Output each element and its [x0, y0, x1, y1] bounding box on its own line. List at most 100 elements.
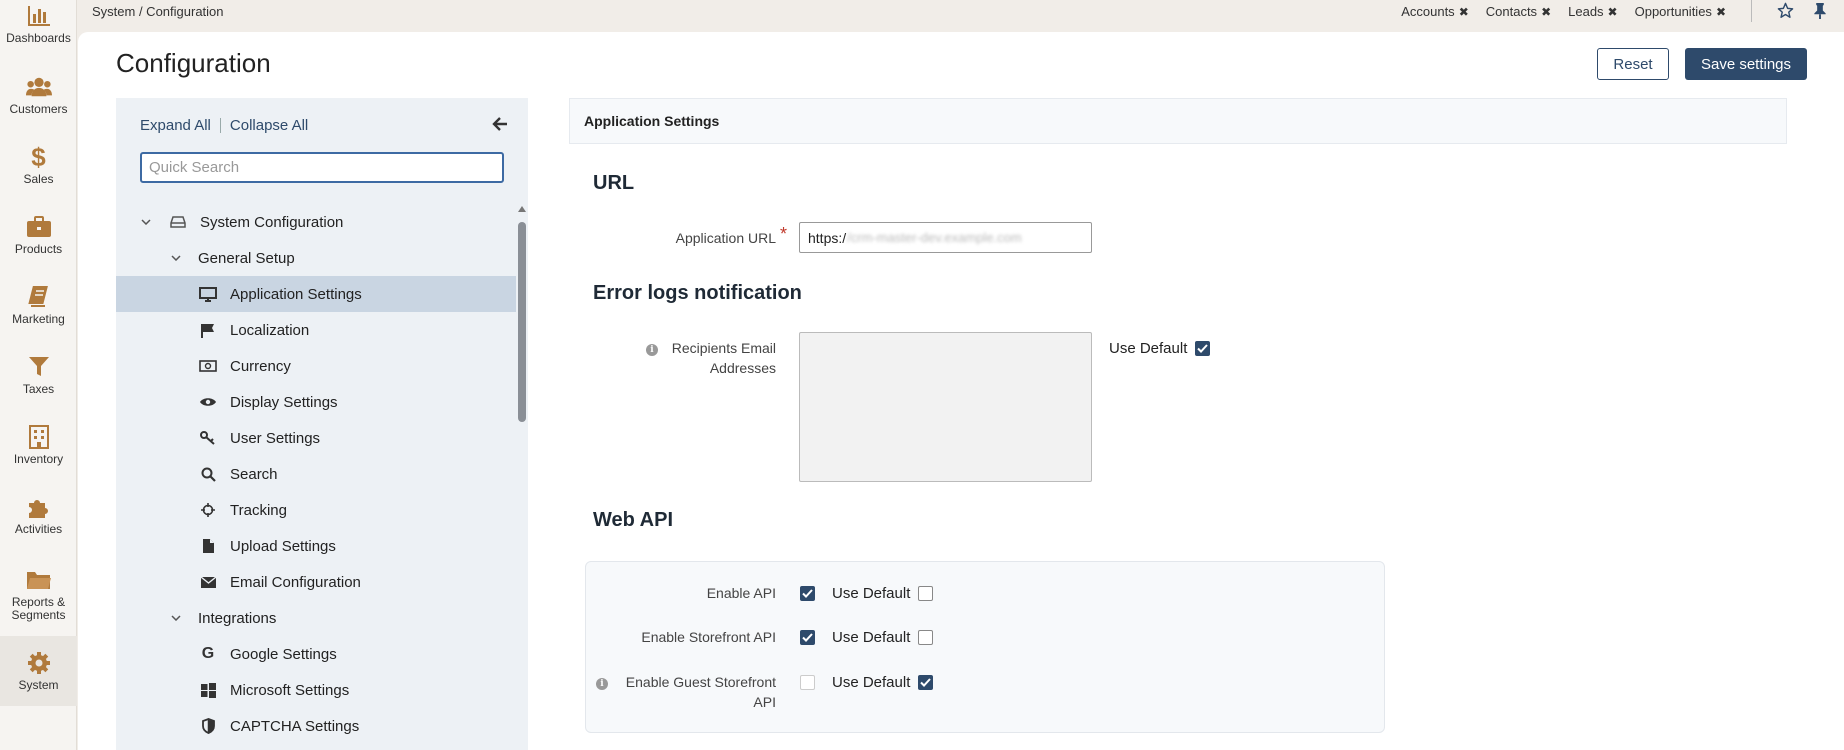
nav-customers[interactable]: Customers	[0, 60, 77, 130]
use-default-label: Use Default	[832, 674, 911, 691]
nav-reports[interactable]: Reports & Segments	[0, 556, 77, 632]
key-icon	[198, 431, 218, 445]
tree-item-upload-settings[interactable]: Upload Settings	[116, 528, 516, 564]
tree-item-label: Microsoft Settings	[230, 681, 350, 699]
use-default-checkbox[interactable]	[1195, 341, 1210, 356]
tree-item-label: Search	[230, 465, 278, 483]
nav-label: Reports & Segments	[11, 594, 66, 622]
pinned-accounts[interactable]: Accounts ✖	[1401, 4, 1469, 19]
pinned-label: Contacts	[1485, 4, 1538, 19]
crosshair-icon	[198, 502, 218, 518]
scroll-up-arrow-icon[interactable]	[518, 206, 526, 212]
nav-sales[interactable]: $ Sales	[0, 130, 77, 200]
flag-icon	[198, 323, 218, 338]
gear-icon	[26, 650, 52, 676]
quick-search-input[interactable]	[140, 152, 504, 183]
tree-scrollbar[interactable]	[516, 206, 528, 750]
scroll-thumb[interactable]	[518, 222, 526, 422]
nav-marketing[interactable]: Marketing	[0, 270, 77, 340]
tree-item-label: Email Configuration	[230, 573, 361, 591]
use-default-checkbox[interactable]	[918, 675, 933, 690]
nav-label: Dashboards	[6, 31, 71, 45]
main-navigation: Dashboards Customers $ Sales Products Ma…	[0, 0, 77, 750]
tree-item-label: Upload Settings	[230, 537, 336, 555]
chevron-down-icon[interactable]	[170, 255, 182, 261]
tree-item-system-configuration[interactable]: System Configuration	[116, 204, 516, 240]
tree-actions: Expand All Collapse All	[140, 117, 308, 134]
section-title: Application Settings	[584, 113, 720, 129]
tree-item-label: CAPTCHA Settings	[230, 717, 360, 735]
top-bar: System / Configuration Accounts ✖ Contact…	[78, 0, 1844, 30]
web-api-heading: Web API	[593, 509, 674, 531]
filter-icon	[26, 354, 52, 380]
application-url-label: Application URL	[675, 230, 776, 246]
close-icon[interactable]: ✖	[1459, 5, 1469, 19]
pinned-leads[interactable]: Leads ✖	[1568, 4, 1617, 19]
enable-guest-storefront-label-line1: Enable Guest Storefront	[625, 674, 776, 690]
arrow-left-icon[interactable]	[492, 116, 508, 136]
nav-label: Sales	[23, 172, 54, 186]
enable-guest-storefront-api-checkbox[interactable]	[800, 675, 815, 690]
use-default-checkbox[interactable]	[918, 586, 933, 601]
tree-item-label: User Settings	[230, 429, 321, 447]
enable-storefront-api-checkbox[interactable]	[800, 630, 815, 645]
pinned-opportunities[interactable]: Opportunities ✖	[1635, 4, 1726, 19]
pinned-contacts[interactable]: Contacts ✖	[1486, 4, 1551, 19]
pinned-pages: Accounts ✖ Contacts ✖ Leads ✖ Opportunities…	[1401, 4, 1726, 19]
tree-item-tracking[interactable]: Tracking	[116, 492, 516, 528]
nav-products[interactable]: Products	[0, 200, 77, 270]
tree-item-application-settings[interactable]: Application Settings	[116, 276, 516, 312]
enable-api-checkbox[interactable]	[800, 586, 815, 601]
close-icon[interactable]: ✖	[1716, 5, 1726, 19]
tree-item-microsoft-settings[interactable]: Microsoft Settings	[116, 672, 516, 708]
tree-item-user-settings[interactable]: User Settings	[116, 420, 516, 456]
tree-item-general-setup[interactable]: General Setup	[116, 240, 516, 276]
windows-icon	[198, 682, 218, 698]
collapse-all-link[interactable]: Collapse All	[230, 117, 308, 134]
dollar-icon: $	[31, 141, 46, 172]
drive-icon	[168, 216, 188, 228]
tree-item-captcha-settings[interactable]: CAPTCHA Settings	[116, 708, 516, 744]
application-url-input[interactable]: https://crm-master-dev.example.com	[799, 222, 1092, 253]
pin-icon[interactable]	[1813, 2, 1827, 23]
tree-item-email-configuration[interactable]: Email Configuration	[116, 564, 516, 600]
nav-activities[interactable]: Activities	[0, 480, 77, 550]
nav-system[interactable]: System	[0, 636, 77, 706]
recipients-label-line2: Addresses	[709, 360, 776, 376]
tree-item-google-settings[interactable]: G Google Settings	[116, 636, 516, 672]
tree-item-label: General Setup	[198, 249, 295, 267]
nav-label: Taxes	[22, 382, 55, 396]
chevron-down-icon[interactable]	[140, 219, 152, 225]
save-settings-button[interactable]: Save settings	[1685, 48, 1807, 80]
nav-label: Products	[14, 242, 63, 256]
nav-dashboards[interactable]: Dashboards	[0, 0, 77, 48]
use-default-label: Use Default	[832, 585, 911, 602]
nav-taxes[interactable]: Taxes	[0, 340, 77, 410]
use-default-checkbox[interactable]	[918, 630, 933, 645]
users-icon	[25, 74, 52, 100]
tree-item-label: Tracking	[230, 501, 287, 519]
chevron-down-icon[interactable]	[170, 615, 182, 621]
page-title: Configuration	[116, 48, 271, 78]
close-icon[interactable]: ✖	[1608, 5, 1618, 19]
reset-button[interactable]: Reset	[1597, 48, 1669, 80]
url-value: https:/	[808, 229, 847, 246]
breadcrumb[interactable]: System / Configuration	[92, 4, 224, 19]
nav-inventory[interactable]: Inventory	[0, 410, 77, 480]
tree-item-search[interactable]: Search	[116, 456, 516, 492]
close-icon[interactable]: ✖	[1541, 5, 1551, 19]
shield-icon	[198, 718, 218, 734]
envelope-icon	[198, 575, 218, 589]
expand-all-link[interactable]: Expand All	[140, 117, 211, 134]
tree-item-localization[interactable]: Localization	[116, 312, 516, 348]
recipients-email-textarea[interactable]	[799, 332, 1092, 482]
enable-guest-storefront-label-line2: API	[753, 694, 776, 710]
tree-item-display-settings[interactable]: Display Settings	[116, 384, 516, 420]
folder-icon	[26, 567, 52, 593]
building-icon	[26, 424, 52, 450]
divider	[1751, 0, 1752, 22]
tree-item-integrations[interactable]: Integrations	[116, 600, 516, 636]
pinned-label: Accounts	[1401, 4, 1455, 19]
tree-item-currency[interactable]: Currency	[116, 348, 516, 384]
star-icon[interactable]	[1777, 2, 1794, 23]
